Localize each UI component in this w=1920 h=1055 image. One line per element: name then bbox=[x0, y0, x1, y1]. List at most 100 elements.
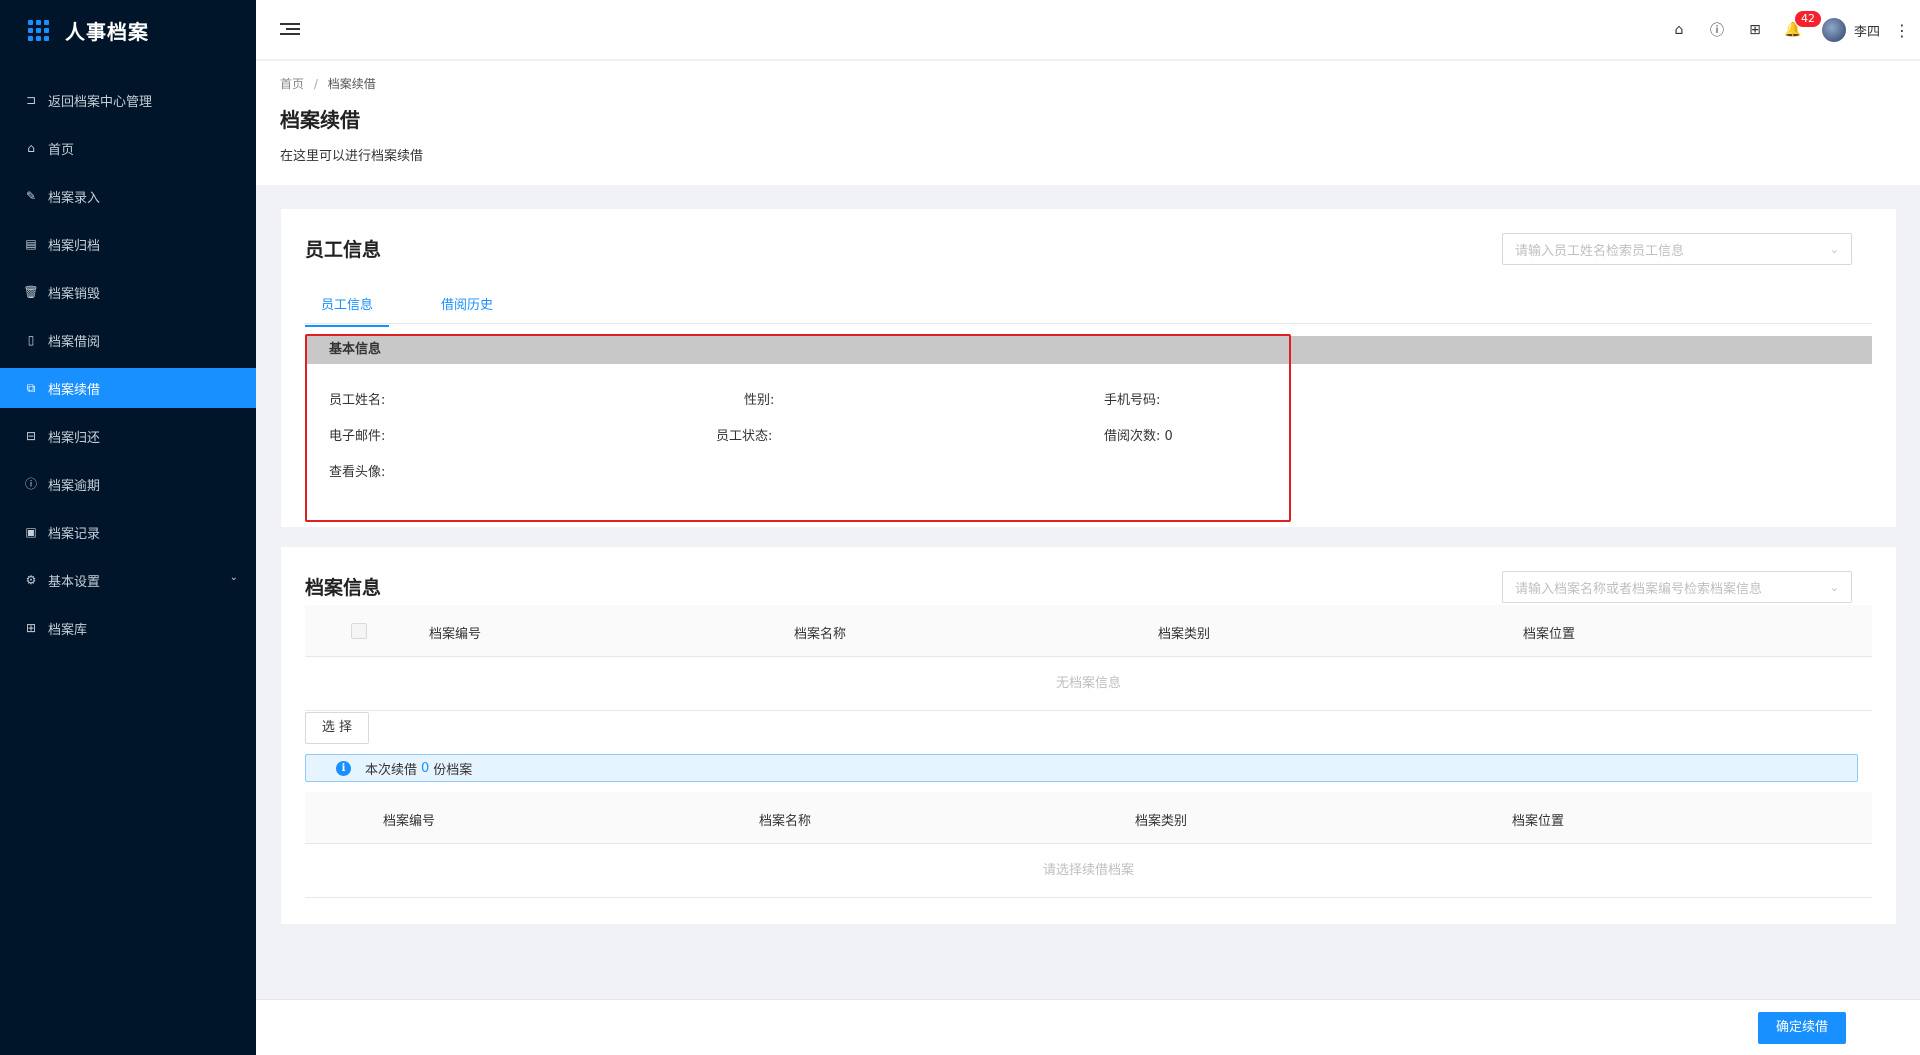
selected-table-header: 档案编号 档案名称 档案类别 档案位置 bbox=[305, 792, 1872, 844]
notification-badge: 42 bbox=[1793, 10, 1822, 28]
sidebar-item-label: 档案逾期 bbox=[48, 478, 101, 494]
header-actions: ⌂ ⓘ ⊞ 🔔 42 李四 ⋮ bbox=[1660, 0, 1920, 60]
renew-info-alert: i 本次续借 0 份档案 bbox=[305, 754, 1858, 782]
employee-search-select[interactable]: 请输入员工姓名检索员工信息 ⌄ bbox=[1502, 233, 1852, 265]
sidebar-item-settings[interactable]: ⚙ 基本设置 ⌄ bbox=[0, 560, 256, 600]
breadcrumb-current: 档案续借 bbox=[327, 77, 376, 91]
return-box-icon: ⊟ bbox=[25, 429, 37, 443]
sidebar-item-label: 首页 bbox=[48, 142, 75, 158]
sidebar-item-borrow[interactable]: ▯ 档案借阅 bbox=[0, 320, 256, 360]
employee-card-title: 员工信息 bbox=[305, 239, 382, 261]
home-icon[interactable]: ⌂ bbox=[1660, 0, 1698, 60]
help-icon[interactable]: ⓘ bbox=[1698, 0, 1736, 60]
column-header: 档案类别 bbox=[1158, 627, 1211, 642]
home-icon: ⌂ bbox=[27, 141, 35, 155]
page-header: 首页 / 档案续借 档案续借 在这里可以进行档案续借 bbox=[256, 61, 1920, 185]
archive-table-header: 档案编号 档案名称 档案类别 档案位置 bbox=[305, 605, 1872, 657]
chevron-down-icon: ⌄ bbox=[1829, 580, 1839, 594]
book-icon: ▯ bbox=[27, 333, 35, 347]
sidebar-item-destroy[interactable]: 🗑 档案销毁 bbox=[0, 272, 256, 312]
borrow-count-value: 0 bbox=[1164, 429, 1173, 444]
selected-table-empty: 请选择续借档案 bbox=[305, 844, 1872, 898]
employee-search-placeholder: 请输入员工姓名检索员工信息 bbox=[1515, 243, 1685, 259]
employee-info-card: 员工信息 请输入员工姓名检索员工信息 ⌄ 员工信息 借阅历史 基本信息 员工姓名… bbox=[281, 209, 1896, 527]
employee-name-label: 员工姓名: bbox=[329, 393, 386, 408]
sidebar-item-renew[interactable]: ⧉ 档案续借 bbox=[0, 368, 256, 408]
chevron-down-icon: ⌄ bbox=[229, 572, 238, 583]
archive-table-empty: 无档案信息 bbox=[305, 657, 1872, 711]
column-header: 档案类别 bbox=[1135, 814, 1188, 829]
employee-tabs: 员工信息 借阅历史 bbox=[305, 282, 1872, 327]
borrow-count-label: 借阅次数: 0 bbox=[1104, 425, 1173, 444]
sidebar-item-label: 档案借阅 bbox=[48, 334, 101, 350]
tab-employee-info[interactable]: 员工信息 bbox=[305, 294, 390, 327]
sidebar-item-return[interactable]: ⊟ 档案归还 bbox=[0, 416, 256, 456]
app-title: 人事档案 bbox=[65, 19, 149, 44]
sidebar-item-library[interactable]: ⊞ 档案库 bbox=[0, 608, 256, 648]
employee-status-label: 员工状态: bbox=[716, 429, 773, 444]
sidebar-item-entry[interactable]: ✎ 档案录入 bbox=[0, 176, 256, 216]
column-header: 档案编号 bbox=[383, 814, 436, 829]
sidebar-item-label: 档案记录 bbox=[48, 526, 101, 542]
column-header: 档案名称 bbox=[794, 627, 847, 642]
select-all-checkbox[interactable] bbox=[351, 623, 367, 639]
email-label: 电子邮件: bbox=[329, 429, 386, 444]
bell-icon[interactable]: 🔔 42 bbox=[1774, 0, 1822, 60]
breadcrumb-separator: / bbox=[313, 77, 318, 91]
trash-icon: 🗑 bbox=[23, 285, 39, 299]
gender-label: 性别: bbox=[744, 393, 775, 408]
sidebar-item-label: 档案销毁 bbox=[48, 286, 101, 302]
column-header: 档案名称 bbox=[759, 814, 812, 829]
sidebar-item-label: 档案续借 bbox=[48, 382, 101, 398]
sidebar-item-label: 基本设置 bbox=[48, 574, 101, 590]
sidebar-item-return-center[interactable]: ⊐ 返回档案中心管理 bbox=[0, 80, 256, 120]
sidebar-item-label: 档案录入 bbox=[48, 190, 101, 206]
user-menu[interactable]: 李四 bbox=[1821, 18, 1880, 42]
sidebar-item-archive[interactable]: ▤ 档案归档 bbox=[0, 224, 256, 264]
sidebar-menu: ⊐ 返回档案中心管理 ⌂ 首页 ✎ 档案录入 ▤ 档案归档 🗑 档案销毁 ▯ 档… bbox=[0, 80, 256, 648]
footer-bar: 确定续借 bbox=[256, 999, 1920, 1055]
select-button[interactable]: 选 择 bbox=[305, 712, 369, 744]
menu-fold-icon[interactable] bbox=[280, 20, 300, 40]
view-avatar-label: 查看头像: bbox=[329, 465, 386, 480]
basic-info-header: 基本信息 bbox=[305, 336, 1872, 364]
archive-search-select[interactable]: 请输入档案名称或者档案编号检索档案信息 ⌄ bbox=[1502, 571, 1852, 603]
grid-icon: ⊞ bbox=[25, 621, 37, 635]
apps-icon[interactable]: ⊞ bbox=[1736, 0, 1774, 60]
info-count: 0 bbox=[421, 760, 430, 776]
archive-card-title: 档案信息 bbox=[305, 577, 382, 599]
top-header: ⌂ ⓘ ⊞ 🔔 42 李四 ⋮ bbox=[256, 0, 1920, 60]
archive-icon: ▤ bbox=[25, 237, 37, 251]
info-suffix: 份档案 bbox=[433, 762, 473, 778]
sidebar-item-home[interactable]: ⌂ 首页 bbox=[0, 128, 256, 168]
page-title: 档案续借 bbox=[280, 108, 360, 132]
sidebar-item-label: 返回档案中心管理 bbox=[48, 94, 153, 110]
sidebar-item-record[interactable]: ▣ 档案记录 bbox=[0, 512, 256, 552]
info-prefix: 本次续借 bbox=[365, 762, 418, 778]
more-vertical-icon[interactable]: ⋮ bbox=[1890, 21, 1914, 40]
alert-circle-icon: ⓘ bbox=[24, 477, 37, 491]
breadcrumb: 首页 / 档案续借 bbox=[280, 75, 1896, 92]
return-icon: ⊐ bbox=[25, 93, 37, 107]
chevron-down-icon: ⌄ bbox=[1829, 242, 1839, 256]
renew-icon: ⧉ bbox=[26, 381, 36, 395]
info-icon: i bbox=[336, 760, 351, 776]
avatar bbox=[1821, 18, 1846, 42]
archive-search-placeholder: 请输入档案名称或者档案编号检索档案信息 bbox=[1515, 581, 1763, 597]
column-header: 档案位置 bbox=[1523, 627, 1576, 642]
confirm-renew-button[interactable]: 确定续借 bbox=[1758, 1012, 1846, 1044]
sidebar: 人事档案 ⊐ 返回档案中心管理 ⌂ 首页 ✎ 档案录入 ▤ 档案归档 🗑 档案销… bbox=[0, 0, 256, 1055]
sidebar-item-label: 档案归还 bbox=[48, 430, 101, 446]
sidebar-item-overdue[interactable]: ⓘ 档案逾期 bbox=[0, 464, 256, 504]
tab-borrow-history[interactable]: 借阅历史 bbox=[441, 294, 493, 325]
record-icon: ▣ bbox=[25, 525, 37, 539]
edit-icon: ✎ bbox=[25, 189, 37, 203]
column-header: 档案位置 bbox=[1512, 814, 1565, 829]
gear-icon: ⚙ bbox=[25, 573, 37, 587]
brand: 人事档案 bbox=[0, 0, 256, 60]
borrow-count-label-text: 借阅次数: bbox=[1104, 429, 1161, 444]
sidebar-item-label: 档案库 bbox=[48, 622, 88, 638]
breadcrumb-home[interactable]: 首页 bbox=[280, 77, 304, 91]
app-grid-icon[interactable] bbox=[28, 19, 49, 41]
page-description: 在这里可以进行档案续借 bbox=[280, 149, 424, 164]
